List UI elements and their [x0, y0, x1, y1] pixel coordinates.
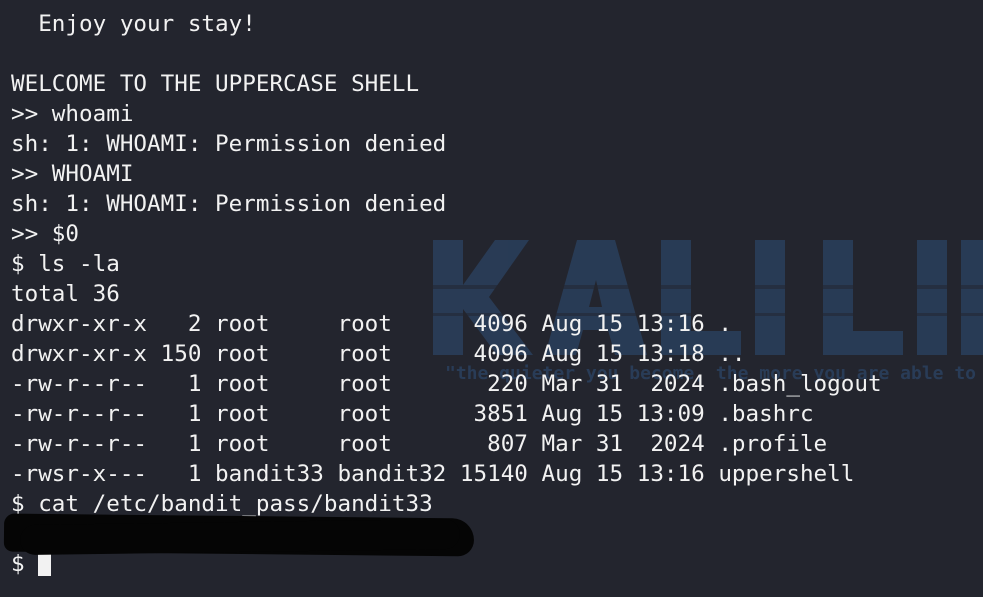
terminal-line: >> whoami [11, 101, 134, 127]
terminal-line: sh: 1: WHOAMI: Permission denied [11, 131, 447, 157]
terminal-line: -rwsr-x--- 1 bandit33 bandit32 15140 Aug… [11, 461, 855, 487]
watermark-letter-i2 [917, 240, 947, 355]
terminal-line: drwxr-xr-x 2 root root 4096 Aug 15 13:16… [11, 311, 732, 337]
terminal-output: Enjoy your stay! WELCOME TO THE UPPERCAS… [11, 9, 882, 579]
terminal-line: sh: 1: WHOAMI: Permission denied [11, 191, 447, 217]
terminal-line: >> $0 [11, 221, 80, 247]
terminal-line: >> WHOAMI [11, 161, 134, 187]
terminal-line: drwxr-xr-x 150 root root 4096 Aug 15 13:… [11, 341, 746, 367]
terminal-line: Enjoy your stay! [11, 11, 256, 37]
terminal-line: total 36 [11, 281, 120, 307]
terminal-line: -rw-r--r-- 1 root root 220 Mar 31 2024 .… [11, 371, 882, 397]
terminal-line: -rw-r--r-- 1 root root 3851 Aug 15 13:09… [11, 401, 814, 427]
watermark-letter-n [961, 240, 983, 355]
terminal-line: WELCOME TO THE UPPERCASE SHELL [11, 71, 420, 97]
terminal-line: -rw-r--r-- 1 root root 807 Mar 31 2024 .… [11, 431, 828, 457]
prompt-symbol: $ [11, 551, 39, 577]
terminal-window[interactable]: "the quieter you become, the more you ar… [0, 0, 983, 597]
redaction-mark-overlay [19, 518, 461, 556]
terminal-line: $ ls -la [11, 251, 120, 277]
text-cursor [38, 552, 52, 576]
